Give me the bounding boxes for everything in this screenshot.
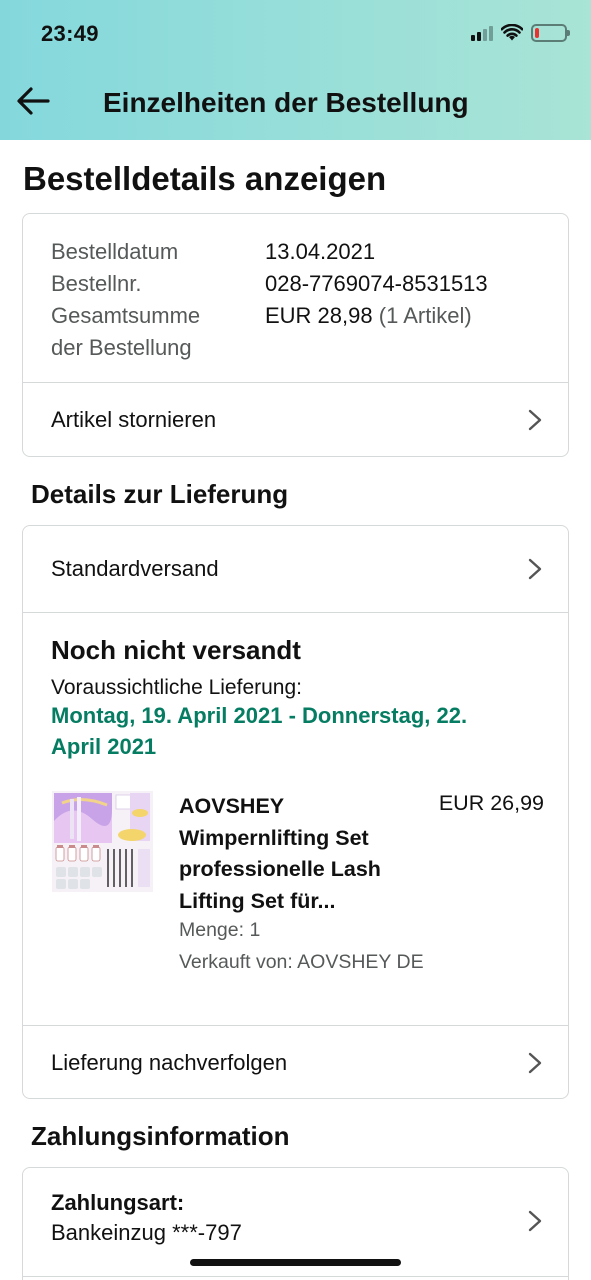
shipment-status: Noch nicht versandt xyxy=(51,635,301,665)
status-icons xyxy=(471,24,570,42)
back-arrow-icon[interactable] xyxy=(16,86,50,116)
order-summary-card: Bestelldatum 13.04.2021 Bestellnr. 028-7… xyxy=(22,213,569,457)
product-image[interactable] xyxy=(52,791,153,892)
order-number-value: 028-7769074-8531513 xyxy=(265,271,488,296)
app-header: 23:49 Einzelheiten der Bestellung xyxy=(0,0,591,140)
eta-date: Montag, 19. April 2021 - Donnerstag, 22.… xyxy=(51,700,540,762)
track-delivery-link[interactable]: Lieferung nachverfolgen xyxy=(23,1026,568,1099)
delivery-heading: Details zur Lieferung xyxy=(31,479,289,509)
product-title-line1: AOVSHEY xyxy=(179,794,285,818)
track-delivery-label: Lieferung nachverfolgen xyxy=(51,1049,288,1075)
eta-label: Voraussichtliche Lieferung: xyxy=(51,676,302,699)
divider xyxy=(23,1276,568,1277)
delivery-card: Standardversand Noch nicht versandt Vora… xyxy=(22,525,569,1099)
page-heading: Bestelldetails anzeigen xyxy=(23,160,387,197)
payment-method-label: Zahlungsart: xyxy=(51,1190,185,1215)
battery-icon xyxy=(531,24,570,42)
order-number-label: Bestellnr. xyxy=(51,271,142,296)
shipping-method-link[interactable]: Standardversand xyxy=(23,526,568,612)
chevron-right-icon xyxy=(528,558,542,580)
order-summary-details: Bestelldatum 13.04.2021 Bestellnr. 028-7… xyxy=(23,214,568,382)
order-total-value: EUR 28,98 (1 Artikel) xyxy=(265,300,472,364)
chevron-right-icon xyxy=(528,409,542,431)
order-total-label-line2: der Bestellung xyxy=(51,335,192,360)
product-quantity: Menge: 1 xyxy=(179,919,261,941)
product-title-line3: professionelle Lash xyxy=(179,857,381,881)
shipment-section: Noch nicht versandt Voraussichtliche Lie… xyxy=(23,613,568,1025)
cancel-items-label: Artikel stornieren xyxy=(51,407,217,432)
product-seller: Verkauft von: AOVSHEY DE xyxy=(179,951,424,973)
order-number-row: Bestellnr. 028-7769074-8531513 xyxy=(51,268,568,300)
product-title[interactable]: AOVSHEY Wimpernlifting Set professionell… xyxy=(179,791,429,917)
order-total-items: (1 Artikel) xyxy=(378,303,472,328)
order-date-label: Bestelldatum xyxy=(51,239,179,264)
order-total-label: Gesamtsumme der Bestellung xyxy=(51,300,265,364)
product-price: EUR 26,99 xyxy=(438,791,544,815)
chevron-right-icon xyxy=(528,1052,542,1073)
order-date-row: Bestelldatum 13.04.2021 xyxy=(51,236,568,268)
payment-method-value: Bankeinzug ***-797 xyxy=(51,1220,242,1245)
eta-date-line1: Montag, 19. April 2021 - Donnerstag, 22. xyxy=(51,703,468,728)
status-time: 23:49 xyxy=(41,21,99,46)
shipping-method-label: Standardversand xyxy=(51,556,219,581)
order-total-amount: EUR 28,98 xyxy=(265,303,373,328)
cancel-items-link[interactable]: Artikel stornieren xyxy=(23,383,568,457)
chevron-right-icon xyxy=(528,1210,542,1232)
product-title-line2: Wimpernlifting Set xyxy=(179,825,369,850)
order-total-row: Gesamtsumme der Bestellung EUR 28,98 (1 … xyxy=(51,300,568,364)
order-date-value: 13.04.2021 xyxy=(265,239,376,264)
cellular-signal-icon xyxy=(471,25,493,41)
eta-date-line2: April 2021 xyxy=(51,734,157,759)
order-total-label-line1: Gesamtsumme xyxy=(51,303,201,328)
header-title: Einzelheiten der Bestellung xyxy=(103,87,469,118)
product-title-line4: Lifting Set für... xyxy=(179,888,336,913)
home-indicator xyxy=(190,1259,401,1266)
wifi-icon xyxy=(501,24,523,41)
payment-heading: Zahlungsinformation xyxy=(31,1121,290,1151)
